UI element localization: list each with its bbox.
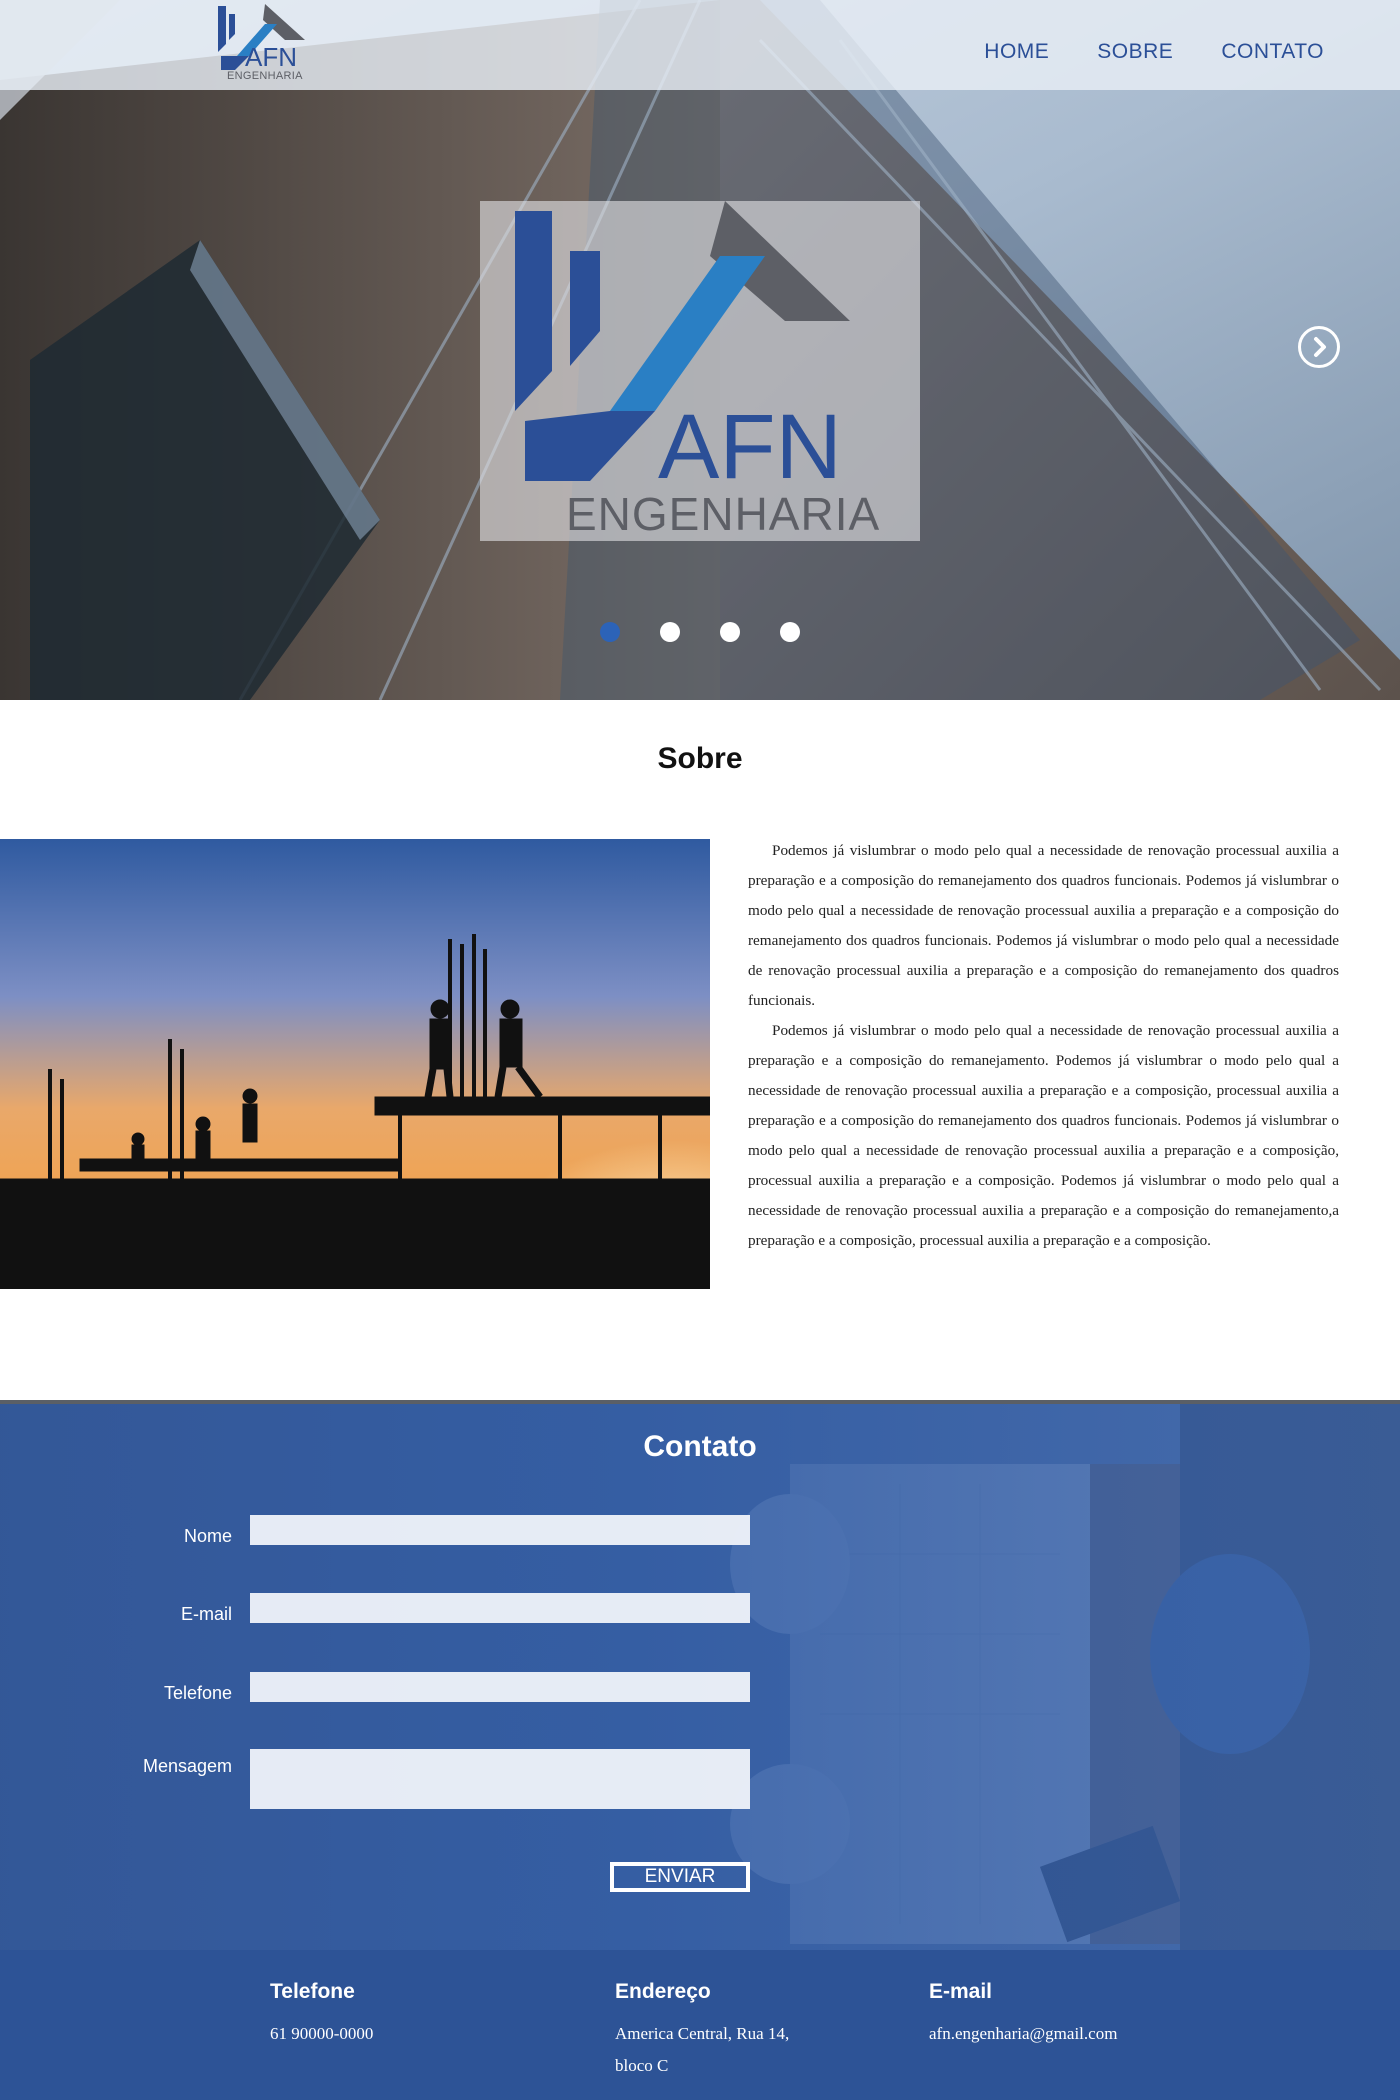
carousel-dot-1[interactable] xyxy=(600,622,620,642)
carousel-dot-3[interactable] xyxy=(720,622,740,642)
footer-email-value[interactable]: afn.engenharia@gmail.com xyxy=(929,2018,1117,2050)
nome-label: Nome xyxy=(183,1526,232,1546)
footer-email-title: E-mail xyxy=(929,1980,993,2003)
hero-logo-panel: AFN ENGENHARIA xyxy=(480,201,920,541)
sobre-paragraph-2: Podemos já vislumbrar o modo pelo qual a… xyxy=(748,1022,1339,1249)
nav-contato-link[interactable]: CONTATO xyxy=(1221,40,1324,64)
carousel-next-button[interactable] xyxy=(1298,326,1340,368)
construction-workers-image xyxy=(0,839,710,1289)
sobre-paragraph-1: Podemos já vislumbrar o modo pelo qual a… xyxy=(748,842,1339,1009)
top-navigation-bar: AFN ENGENHARIA HOME SOBRE CONTATO xyxy=(0,0,1400,90)
site-footer: Telefone 61 90000-0000 Endereço America … xyxy=(0,1950,1400,2100)
carousel-dot-2[interactable] xyxy=(660,622,680,642)
footer-telefone-title: Telefone xyxy=(270,1980,355,2003)
sobre-section-title: Sobre xyxy=(657,742,743,775)
footer-endereco-line2: bloco C xyxy=(615,2056,669,2075)
hero-logo-text: AFN xyxy=(658,396,842,498)
mensagem-label: Mensagem xyxy=(142,1756,232,1776)
telefone-label: Telefone xyxy=(163,1683,232,1703)
nome-field[interactable] xyxy=(250,1515,750,1545)
footer-telefone-value: 61 90000-0000 xyxy=(270,2024,374,2043)
hero-logo-subtext: ENGENHARIA xyxy=(566,488,881,540)
brand-logo[interactable]: AFN ENGENHARIA xyxy=(215,4,310,86)
telefone-field[interactable] xyxy=(250,1672,750,1702)
hero-carousel: AFN ENGENHARIA HOME SOBRE CONTATO AFN EN… xyxy=(0,0,1400,700)
nav-home-link[interactable]: HOME xyxy=(984,40,1049,64)
sobre-construction-image xyxy=(0,839,710,1289)
email-field[interactable] xyxy=(250,1593,750,1623)
brand-logo-subtext: ENGENHARIA xyxy=(227,70,303,82)
footer-endereco-line1: America Central, Rua 14, xyxy=(615,2024,790,2043)
nav-sobre-link[interactable]: SOBRE xyxy=(1097,40,1173,64)
brand-logo-text: AFN xyxy=(245,42,297,72)
footer-endereco-column: Endereço America Central, Rua 14, bloco … xyxy=(615,1980,789,2082)
footer-endereco-title: Endereço xyxy=(615,1980,711,2003)
sobre-text-block: Podemos já vislumbrar o modo pelo qual a… xyxy=(748,836,1339,1256)
footer-email-column: E-mail afn.engenharia@gmail.com xyxy=(929,1980,1117,2050)
chevron-right-icon xyxy=(1314,337,1326,357)
mensagem-field[interactable] xyxy=(250,1749,750,1809)
email-label: E-mail xyxy=(180,1604,232,1624)
carousel-dot-4[interactable] xyxy=(780,622,800,642)
main-nav: HOME SOBRE CONTATO xyxy=(984,40,1324,64)
enviar-button[interactable]: ENVIAR xyxy=(610,1862,750,1892)
contato-section: Contato Nome E-mail Telefone Mensagem EN… xyxy=(0,1400,1400,1950)
carousel-pagination xyxy=(600,622,800,642)
footer-telefone-column: Telefone 61 90000-0000 xyxy=(270,1980,373,2050)
contato-section-title: Contato xyxy=(643,1430,757,1463)
